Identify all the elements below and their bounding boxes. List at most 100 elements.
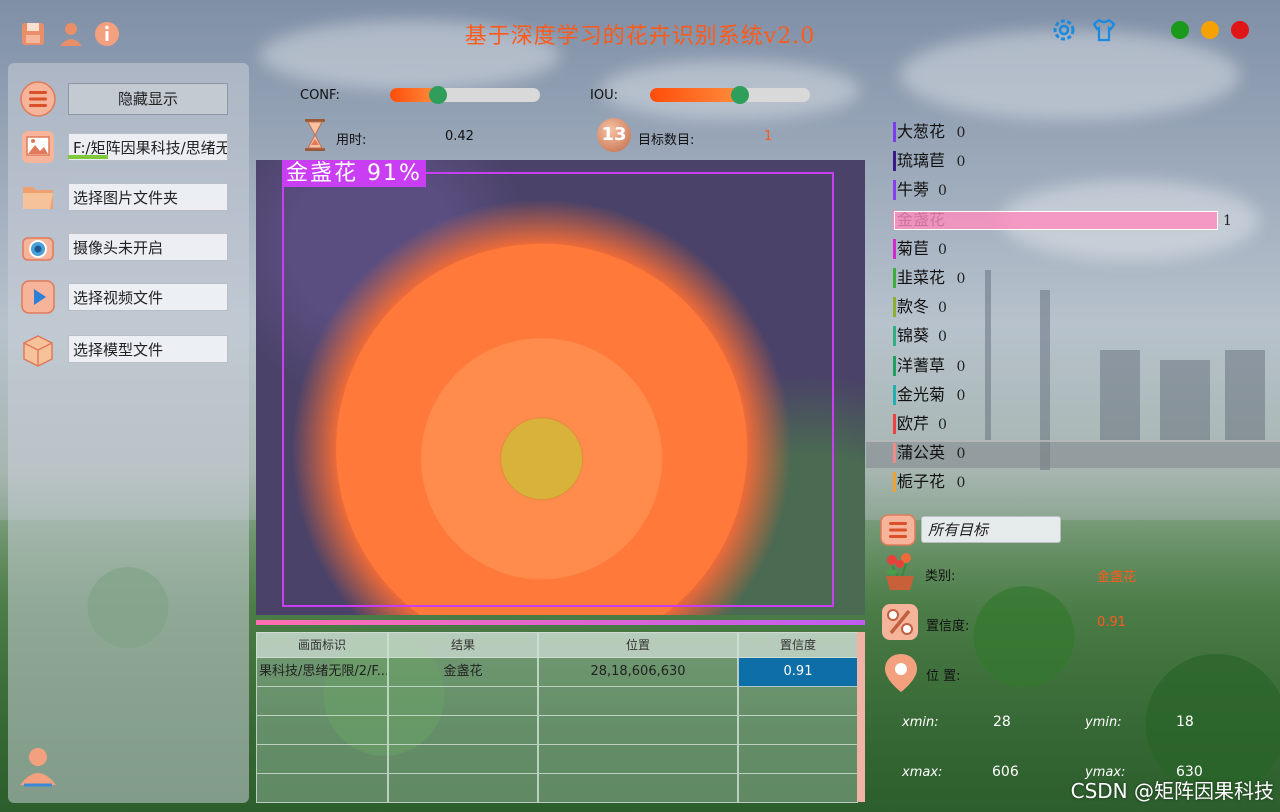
class-stat-row: 大葱花 0 <box>893 119 1253 145</box>
class-stat-count: 0 <box>938 329 947 345</box>
user-icon[interactable] <box>57 20 85 48</box>
class-stat-name: 欧芹 <box>897 414 930 433</box>
class-color-marker <box>893 122 896 142</box>
minimize-button[interactable] <box>1201 21 1219 39</box>
cell-empty[interactable] <box>256 687 388 716</box>
cell-empty[interactable] <box>538 745 738 774</box>
class-stat-name: 大葱花 <box>897 122 946 141</box>
class-color-marker <box>893 326 896 346</box>
header-confidence[interactable]: 置信度 <box>738 632 858 658</box>
folder-icon[interactable] <box>20 179 56 215</box>
image-progress-bar <box>256 620 865 625</box>
conf-slider[interactable] <box>390 88 540 102</box>
confidence-label: 置信度: <box>926 619 970 634</box>
detection-bounding-box <box>282 172 834 607</box>
cell-empty[interactable] <box>256 716 388 745</box>
header-source[interactable]: 画面标识 <box>256 632 388 658</box>
class-stat-count: 0 <box>938 417 947 433</box>
class-stat-count: 0 <box>956 154 966 170</box>
class-color-marker <box>893 180 896 200</box>
class-stat-name: 锦葵 <box>897 326 930 345</box>
cell-empty[interactable] <box>388 716 538 745</box>
maximize-button[interactable] <box>1171 21 1189 39</box>
class-color-marker <box>893 151 896 171</box>
save-icon[interactable] <box>19 20 47 48</box>
cell-empty[interactable] <box>388 687 538 716</box>
class-stat-name: 蒲公英 <box>897 443 946 462</box>
class-stat-name: 琉璃苣 <box>897 151 946 170</box>
cell-empty[interactable] <box>388 774 538 803</box>
cell-empty[interactable] <box>538 774 738 803</box>
class-color-marker <box>893 385 896 405</box>
close-button[interactable] <box>1231 21 1249 39</box>
table-row[interactable] <box>256 687 858 716</box>
cell-empty[interactable] <box>256 774 388 803</box>
class-stat-row: 韭菜花 0 <box>893 265 1253 291</box>
class-color-marker <box>893 356 896 376</box>
cell-empty[interactable] <box>738 745 858 774</box>
detection-label: 金盏花 91% <box>282 160 426 187</box>
table-row[interactable]: 果科技/思绪无限/2/F... 金盏花 28,18,606,630 0.91 <box>256 658 858 687</box>
select-video-button[interactable]: 选择视频文件 <box>68 283 228 311</box>
table-row[interactable] <box>256 716 858 745</box>
conf-slider-fill <box>390 88 434 102</box>
class-stat-count: 0 <box>938 300 947 316</box>
cell-empty[interactable] <box>738 716 858 745</box>
confidence-value: 0.91 <box>1097 615 1126 630</box>
cell-empty[interactable] <box>738 774 858 803</box>
cell-position[interactable]: 28,18,606,630 <box>538 658 738 687</box>
position-label: 位 置: <box>926 669 961 684</box>
results-table: 画面标识 结果 位置 置信度 果科技/思绪无限/2/F... 金盏花 28,18… <box>256 632 858 803</box>
cell-confidence[interactable]: 0.91 <box>738 658 858 687</box>
cell-empty[interactable] <box>538 716 738 745</box>
toggle-display-button[interactable]: 隐藏显示 <box>68 83 228 115</box>
table-scrollbar[interactable] <box>857 632 865 802</box>
iou-slider-handle[interactable] <box>731 86 749 104</box>
table-row[interactable] <box>256 745 858 774</box>
class-stat-row: 欧芹 0 <box>893 411 1253 437</box>
info-icon[interactable] <box>93 20 121 48</box>
iou-slider[interactable] <box>650 88 810 102</box>
target-count-value: 1 <box>764 129 773 144</box>
conf-slider-handle[interactable] <box>429 86 447 104</box>
account-avatar-icon[interactable] <box>16 743 60 787</box>
select-model-button[interactable]: 选择模型文件 <box>68 335 228 363</box>
cell-empty[interactable] <box>738 687 858 716</box>
class-stat-row: 洋蓍草 0 <box>893 353 1253 379</box>
settings-gear-icon[interactable] <box>1050 16 1078 44</box>
class-stat-row: 款冬 0 <box>893 294 1253 320</box>
xmax-label: xmax: <box>902 765 943 780</box>
class-stat-name: 牛蒡 <box>897 180 930 199</box>
app-title: 基于深度学习的花卉识别系统v2.0 <box>464 24 816 49</box>
tshirt-theme-icon[interactable] <box>1090 16 1118 44</box>
watermark: CSDN @矩阵因果科技 <box>1070 779 1274 803</box>
cell-source[interactable]: 果科技/思绪无限/2/F... <box>256 658 388 687</box>
class-color-marker <box>893 297 896 317</box>
class-stat-row: 锦葵 0 <box>893 323 1253 349</box>
class-value: 金盏花 <box>1097 570 1137 585</box>
class-stat-name: 菊苣 <box>897 239 930 258</box>
class-stat-row: 蒲公英 0 <box>893 440 1253 466</box>
image-file-icon[interactable] <box>20 129 56 165</box>
cell-empty[interactable] <box>256 745 388 774</box>
menu-list-icon[interactable] <box>20 81 56 117</box>
target-select-dropdown[interactable]: 所有目标 <box>921 516 1061 543</box>
class-stat-count: 0 <box>956 446 966 462</box>
menu-list-icon[interactable] <box>880 512 916 548</box>
camera-icon[interactable] <box>20 229 56 265</box>
header-position[interactable]: 位置 <box>538 632 738 658</box>
table-row[interactable] <box>256 774 858 803</box>
ymin-label: ymin: <box>1085 715 1122 730</box>
header-result[interactable]: 结果 <box>388 632 538 658</box>
model-cube-icon[interactable] <box>20 333 56 369</box>
select-image-folder-button[interactable]: 选择图片文件夹 <box>68 183 228 211</box>
cell-result[interactable]: 金盏花 <box>388 658 538 687</box>
cell-empty[interactable] <box>388 745 538 774</box>
cell-empty[interactable] <box>538 687 738 716</box>
camera-toggle-button[interactable]: 摄像头未开启 <box>68 233 228 261</box>
class-stat-row: 金光菊 0 <box>893 382 1253 408</box>
xmax-value: 606 <box>992 764 1019 780</box>
ymin-value: 18 <box>1176 714 1194 730</box>
video-play-icon[interactable] <box>20 279 56 315</box>
class-stat-count: 0 <box>956 125 966 141</box>
